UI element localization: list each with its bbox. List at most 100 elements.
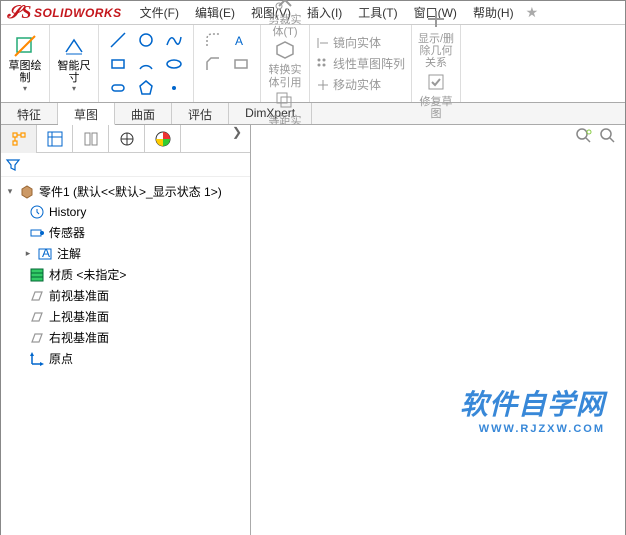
display-relations-button[interactable]: 显示/删除几何关系 <box>416 7 456 69</box>
origin-icon <box>29 351 45 367</box>
watermark: 软件自学网 WWW.RJZXW.COM <box>460 383 605 435</box>
sketch-button[interactable]: 草图绘制 ▾ <box>5 29 45 99</box>
line-tool[interactable] <box>105 29 131 51</box>
panel-tab-dimension[interactable] <box>109 125 145 153</box>
svg-text:A: A <box>235 34 243 48</box>
rect-tool[interactable] <box>105 53 131 75</box>
material-icon <box>29 267 45 283</box>
tree-sensor-label: 传感器 <box>49 224 85 241</box>
panel-tab-property[interactable] <box>37 125 73 153</box>
trim-icon <box>273 0 297 12</box>
tree-right-plane[interactable]: 右视基准面 <box>1 327 250 348</box>
move-button[interactable]: 移动实体 <box>316 76 405 93</box>
smartdim-button[interactable]: 智能尺寸 ▾ <box>54 29 94 99</box>
viewport[interactable]: 软件自学网 WWW.RJZXW.COM <box>251 125 625 535</box>
filter-row <box>1 153 250 177</box>
svg-text:A: A <box>42 246 50 260</box>
panel-tab-appearance[interactable] <box>145 125 181 153</box>
chevron-down-icon: ▾ <box>72 85 76 94</box>
sketch-label: 草图绘制 <box>5 60 45 84</box>
menu-tools[interactable]: 工具(T) <box>350 2 405 23</box>
tab-sketch[interactable]: 草图 <box>58 103 115 125</box>
tree-origin-label: 原点 <box>49 350 73 367</box>
text-tool[interactable]: A <box>228 29 254 51</box>
menu-star-icon[interactable]: ★ <box>526 4 539 21</box>
tree-material[interactable]: 材质 <未指定> <box>1 264 250 285</box>
ribbon-group-sketch: 草图绘制 ▾ <box>1 25 50 102</box>
spline-tool[interactable] <box>161 29 187 51</box>
menu-insert[interactable]: 插入(I) <box>299 2 350 23</box>
app-logo: 𝒮S SOLIDWORKS <box>7 2 122 23</box>
tree-origin[interactable]: 原点 <box>1 348 250 369</box>
ellipse-tool[interactable] <box>161 53 187 75</box>
panel-tabs: ❯ <box>1 125 250 153</box>
ribbon-group-smartdim: 智能尺寸 ▾ <box>50 25 99 102</box>
circle-tool[interactable] <box>133 29 159 51</box>
zoom-icon[interactable] <box>599 127 617 145</box>
offset-icon <box>273 89 297 113</box>
view-icons <box>575 127 617 145</box>
watermark-url: WWW.RJZXW.COM <box>460 423 605 435</box>
pattern-button[interactable]: 线性草图阵列 <box>316 55 405 72</box>
tab-feature[interactable]: 特征 <box>1 103 58 124</box>
smartdim-label: 智能尺寸 <box>54 60 94 84</box>
tab-evaluate[interactable]: 评估 <box>172 103 229 124</box>
relations-icon <box>424 7 448 31</box>
work-area: ❯ ▾ 零件1 (默认<<默认>_显示状态 1>) History 传感器 ▸ … <box>1 125 625 535</box>
tab-surface[interactable]: 曲面 <box>115 103 172 124</box>
slot-tool[interactable] <box>105 77 131 99</box>
repair-icon <box>424 70 448 94</box>
chamfer-tool[interactable] <box>200 53 226 75</box>
display-relations-label: 显示/删除几何关系 <box>416 33 456 69</box>
ribbon-group-modify: 剪裁实体(T) 转换实体引用 等距实体 <box>261 25 310 102</box>
arc-tool[interactable] <box>133 53 159 75</box>
trim-button[interactable]: 剪裁实体(T) <box>265 0 305 38</box>
history-icon <box>29 204 45 220</box>
sensor-icon <box>29 225 45 241</box>
menu-bar: 𝒮S SOLIDWORKS 文件(F) 编辑(E) 视图(V) 插入(I) 工具… <box>1 1 625 25</box>
panel-tab-featuretree[interactable] <box>1 125 37 153</box>
repair-label: 修复草图 <box>416 96 456 120</box>
tree-annot[interactable]: ▸ A 注解 <box>1 243 250 264</box>
tree-material-label: 材质 <未指定> <box>49 266 126 283</box>
menu-help[interactable]: 帮助(H) <box>465 2 522 23</box>
convert-label: 转换实体引用 <box>265 64 305 88</box>
tree-top-label: 上视基准面 <box>49 308 109 325</box>
mirror-button[interactable]: 镜向实体 <box>316 34 405 51</box>
ribbon-group-relations: 显示/删除几何关系 修复草图 <box>412 25 461 102</box>
ribbon-group-transform: 镜向实体 线性草图阵列 移动实体 <box>310 25 412 102</box>
tree-root[interactable]: ▾ 零件1 (默认<<默认>_显示状态 1>) <box>1 181 250 202</box>
plane-tool[interactable] <box>228 53 254 75</box>
plane-icon <box>29 330 45 346</box>
plane-icon <box>29 309 45 325</box>
chevron-down-icon: ▾ <box>23 85 27 94</box>
annot-icon: A <box>37 246 53 262</box>
tree-history[interactable]: History <box>1 202 250 222</box>
repair-button[interactable]: 修复草图 <box>416 70 456 120</box>
menu-edit[interactable]: 编辑(E) <box>187 2 243 23</box>
plane-icon <box>29 288 45 304</box>
sketch-icon <box>13 34 37 58</box>
collapse-icon[interactable]: ▾ <box>5 186 15 197</box>
filter-icon[interactable] <box>5 157 21 173</box>
ribbon-group-drawtools <box>99 25 194 102</box>
tree-annot-label: 注解 <box>57 245 81 262</box>
tree-sensor[interactable]: 传感器 <box>1 222 250 243</box>
menu-file[interactable]: 文件(F) <box>132 2 187 23</box>
zoom-fit-icon[interactable] <box>575 127 593 145</box>
feature-tree: ▾ 零件1 (默认<<默认>_显示状态 1>) History 传感器 ▸ A … <box>1 177 250 373</box>
tree-root-label: 零件1 (默认<<默认>_显示状态 1>) <box>39 183 222 200</box>
ribbon: 草图绘制 ▾ 智能尺寸 ▾ A <box>1 25 625 103</box>
panel-expand-icon[interactable]: ❯ <box>224 125 250 152</box>
feature-panel: ❯ ▾ 零件1 (默认<<默认>_显示状态 1>) History 传感器 ▸ … <box>1 125 251 535</box>
expand-icon[interactable]: ▸ <box>23 248 33 259</box>
tree-top-plane[interactable]: 上视基准面 <box>1 306 250 327</box>
tree-front-plane[interactable]: 前视基准面 <box>1 285 250 306</box>
watermark-title: 软件自学网 <box>460 383 605 423</box>
tree-history-label: History <box>49 205 86 219</box>
convert-button[interactable]: 转换实体引用 <box>265 38 305 88</box>
fillet-tool[interactable] <box>200 29 226 51</box>
point-tool[interactable] <box>161 77 187 99</box>
panel-tab-config[interactable] <box>73 125 109 153</box>
polygon-tool[interactable] <box>133 77 159 99</box>
